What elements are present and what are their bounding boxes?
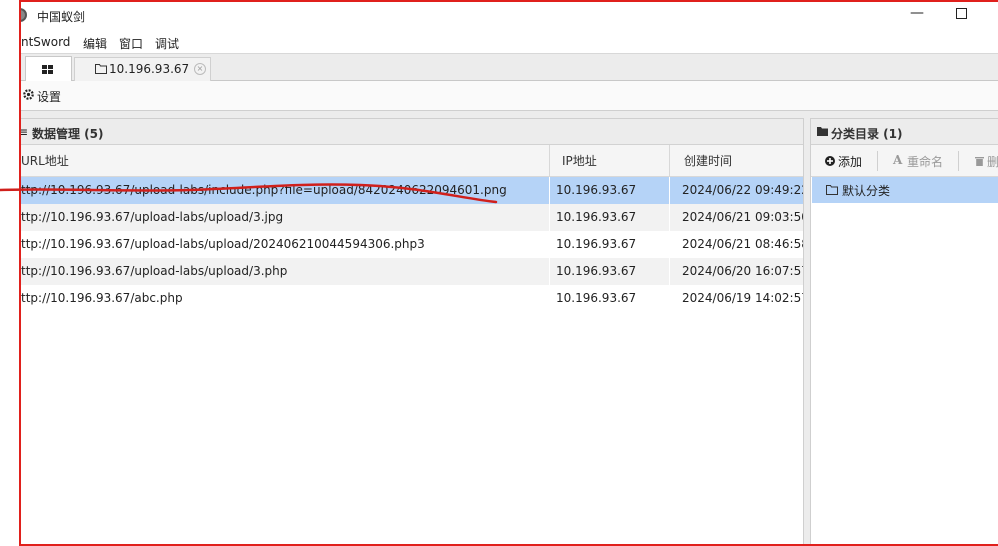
folder-icon xyxy=(95,64,107,74)
tab-home[interactable] xyxy=(25,56,72,82)
panel-gap xyxy=(21,111,998,118)
trash-icon xyxy=(975,157,984,166)
cell-created: 2024/06/19 14:02:57 xyxy=(682,291,803,305)
tab-bar: 10.196.93.67 × xyxy=(21,53,998,82)
data-panel-title: 数据管理 (5) xyxy=(32,127,104,141)
cell-url: ttp://10.196.93.67/abc.php xyxy=(21,291,183,305)
add-category-button[interactable]: 添加 xyxy=(838,153,862,170)
rename-icon: A xyxy=(893,153,903,167)
category-item-label: 默认分类 xyxy=(842,184,891,198)
red-underline-annotation xyxy=(0,183,498,204)
app-window: 中国蚁剑 — ntSword 编辑 窗口 调试 10.196.93.67 × 设… xyxy=(19,0,998,546)
maximize-icon[interactable] xyxy=(956,8,967,19)
grid-icon xyxy=(42,65,53,74)
category-panel-title: 分类目录 (1) xyxy=(831,127,903,141)
cell-ip: 10.196.93.67 xyxy=(556,210,637,224)
cell-url: ttp://10.196.93.67/upload-labs/upload/3.… xyxy=(21,210,284,224)
data-panel-header: ≡ 数据管理 (5) xyxy=(21,119,803,145)
menu-window[interactable]: 窗口 xyxy=(119,35,143,52)
column-url[interactable]: URL地址 xyxy=(21,145,69,177)
settings-button[interactable]: 设置 xyxy=(37,88,61,105)
folder-icon xyxy=(826,185,838,195)
plus-circle-icon xyxy=(825,156,835,166)
cell-ip: 10.196.93.67 xyxy=(556,264,637,278)
window-title: 中国蚁剑 xyxy=(37,10,86,24)
table-row[interactable]: ttp://10.196.93.67/upload-labs/upload/3.… xyxy=(21,258,803,285)
delete-category-button[interactable]: 删 xyxy=(987,153,998,170)
minimize-icon[interactable]: — xyxy=(907,5,927,21)
folder-icon xyxy=(817,127,828,136)
cell-url: ttp://10.196.93.67/upload-labs/upload/3.… xyxy=(21,264,288,278)
menu-debug[interactable]: 调试 xyxy=(155,35,179,52)
category-item-default[interactable]: 默认分类 xyxy=(812,177,998,203)
cell-ip: 10.196.93.67 xyxy=(556,237,637,251)
category-panel-header: 分类目录 (1) xyxy=(811,119,998,145)
table-row[interactable]: ttp://10.196.93.67/upload-labs/upload/20… xyxy=(21,231,803,258)
rename-category-button[interactable]: 重命名 xyxy=(907,153,943,170)
grid-header: URL地址 IP地址 创建时间 xyxy=(21,145,803,177)
column-created[interactable]: 创建时间 xyxy=(684,145,732,177)
tab-host-label: 10.196.93.67 xyxy=(109,62,190,76)
category-toolbar: 添加 A 重命名 删 xyxy=(811,145,998,177)
cell-created: 2024/06/21 08:46:58 xyxy=(682,237,803,251)
column-ip[interactable]: IP地址 xyxy=(562,145,597,177)
category-panel: 分类目录 (1) 添加 A 重命名 删 默认分类 xyxy=(810,118,998,544)
column-divider[interactable] xyxy=(669,145,670,176)
list-icon: ≡ xyxy=(19,125,29,139)
menu-bar: ntSword 编辑 窗口 调试 xyxy=(21,31,998,53)
title-bar: 中国蚁剑 — xyxy=(21,2,998,31)
main-toolbar: 设置 xyxy=(21,81,998,111)
app-logo-icon xyxy=(21,8,27,22)
cell-created: 2024/06/20 16:07:57 xyxy=(682,264,803,278)
tab-close-icon[interactable]: × xyxy=(194,63,206,75)
cell-created: 2024/06/21 09:03:50 xyxy=(682,210,803,224)
cell-created: 2024/06/22 09:49:22 xyxy=(682,183,803,197)
cell-ip: 10.196.93.67 xyxy=(556,183,637,197)
menu-antsword[interactable]: ntSword xyxy=(21,35,70,49)
cell-url: ttp://10.196.93.67/upload-labs/upload/20… xyxy=(21,237,425,251)
tab-host[interactable]: 10.196.93.67 × xyxy=(74,57,211,81)
cell-ip: 10.196.93.67 xyxy=(556,291,637,305)
gear-icon xyxy=(23,89,34,100)
table-row[interactable]: ttp://10.196.93.67/upload-labs/upload/3.… xyxy=(21,204,803,231)
menu-edit[interactable]: 编辑 xyxy=(83,35,107,52)
column-divider[interactable] xyxy=(549,145,550,176)
table-row[interactable]: ttp://10.196.93.67/abc.php 10.196.93.67 … xyxy=(21,285,803,312)
